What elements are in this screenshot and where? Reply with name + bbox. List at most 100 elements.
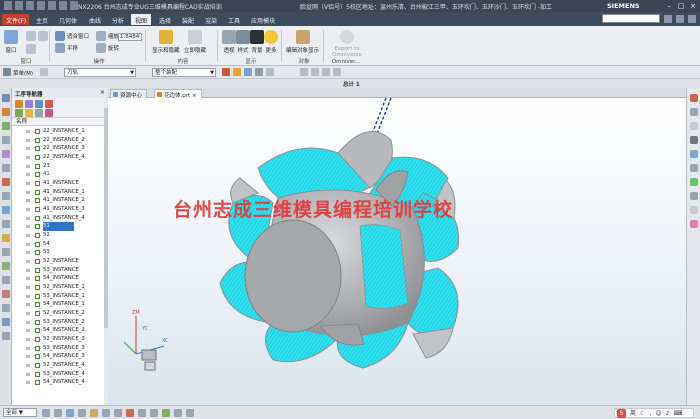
search-icon[interactable] bbox=[664, 14, 672, 23]
zoom-value-field[interactable]: 1.8484 bbox=[118, 33, 142, 41]
section-icon[interactable] bbox=[690, 108, 698, 116]
endpoint-icon[interactable] bbox=[300, 68, 308, 76]
tree-row[interactable]: 54_INSTANCE_4 bbox=[12, 378, 104, 387]
select-body-icon[interactable] bbox=[78, 409, 86, 417]
tree-row[interactable]: 41_INSTANCE_2 bbox=[12, 196, 104, 205]
tree-row[interactable]: 52_INSTANCE bbox=[12, 257, 104, 266]
tab-tools[interactable]: 工具 bbox=[224, 14, 244, 25]
operation-status-checkbox[interactable] bbox=[35, 215, 40, 221]
operation-status-checkbox[interactable] bbox=[35, 146, 40, 152]
highlight-icon[interactable] bbox=[690, 220, 698, 228]
orient-icon[interactable] bbox=[690, 94, 698, 102]
repeat-icon[interactable] bbox=[70, 1, 78, 10]
report-icon[interactable] bbox=[2, 304, 10, 312]
tab-applications[interactable]: 应用模块 bbox=[247, 14, 279, 25]
operation-status-checkbox[interactable] bbox=[35, 302, 40, 308]
tree-row[interactable]: 54_INSTANCE_3 bbox=[12, 352, 104, 361]
operation-status-checkbox[interactable] bbox=[35, 207, 40, 213]
tree-row[interactable]: 22_INSTANCE_3 bbox=[12, 144, 104, 153]
new-window-button[interactable]: 窗口 bbox=[4, 30, 18, 54]
tab-curve[interactable]: 曲线 bbox=[85, 14, 105, 25]
edge-icon[interactable] bbox=[690, 164, 698, 172]
operation-status-checkbox[interactable] bbox=[35, 233, 40, 239]
wcs-triad[interactable]: ZM YC XC bbox=[114, 306, 174, 376]
tree-row[interactable]: 41_INSTANCE_1 bbox=[12, 188, 104, 197]
clip-icon[interactable] bbox=[690, 122, 698, 130]
operation-status-checkbox[interactable] bbox=[35, 241, 40, 247]
operation-status-checkbox[interactable] bbox=[35, 319, 40, 325]
select-solid-icon[interactable] bbox=[162, 409, 170, 417]
center-icon[interactable] bbox=[322, 68, 330, 76]
quick-hide-button[interactable]: 立即隐藏 bbox=[184, 30, 206, 54]
operation-status-checkbox[interactable] bbox=[35, 163, 40, 169]
machine-view-icon[interactable] bbox=[25, 100, 33, 108]
pan-button[interactable]: 平移 bbox=[55, 43, 78, 53]
tree-row[interactable]: 41_INSTANCE_3 bbox=[12, 205, 104, 214]
cascade-icon[interactable] bbox=[38, 31, 48, 41]
minimize-icon[interactable]: – bbox=[664, 1, 674, 11]
tree-row[interactable]: 52 bbox=[12, 231, 104, 240]
operation-icon[interactable] bbox=[2, 108, 10, 116]
quadrant-icon[interactable] bbox=[333, 68, 341, 76]
tree-row[interactable]: 22_INSTANCE_1 bbox=[12, 127, 104, 136]
tab-select[interactable]: 选择 bbox=[155, 14, 175, 25]
select-region-icon[interactable] bbox=[174, 409, 182, 417]
library-icon[interactable] bbox=[2, 220, 10, 228]
tree-row[interactable]: 53_INSTANCE_3 bbox=[12, 344, 104, 353]
machine-icon[interactable] bbox=[2, 206, 10, 214]
cut-icon[interactable] bbox=[37, 1, 45, 10]
roles-icon[interactable] bbox=[2, 178, 10, 186]
point-icon[interactable] bbox=[244, 68, 252, 76]
part-icon[interactable] bbox=[2, 122, 10, 130]
tree-row[interactable]: 53_INSTANCE_1 bbox=[12, 292, 104, 301]
operation-status-checkbox[interactable] bbox=[35, 285, 40, 291]
tree-row[interactable]: 53_INSTANCE_4 bbox=[12, 370, 104, 379]
menu-icon[interactable] bbox=[3, 68, 11, 76]
tree-row[interactable]: 54_INSTANCE_1 bbox=[12, 300, 104, 309]
undo-icon[interactable] bbox=[15, 1, 23, 10]
history-icon[interactable] bbox=[2, 136, 10, 144]
file-menu[interactable]: 文件(F) bbox=[2, 14, 29, 25]
web-icon[interactable] bbox=[2, 164, 10, 172]
tab-geometry[interactable]: 几何体 bbox=[55, 14, 81, 25]
measure-icon[interactable] bbox=[690, 192, 698, 200]
help-icon[interactable] bbox=[676, 14, 684, 23]
rotate-button[interactable]: 旋转 bbox=[96, 43, 119, 53]
reuse-icon[interactable] bbox=[2, 150, 10, 158]
background-button[interactable]: 背景 bbox=[250, 30, 264, 54]
visibility-icon[interactable] bbox=[690, 178, 698, 186]
style-button[interactable]: 样式 bbox=[236, 30, 250, 54]
tile-icon[interactable] bbox=[26, 31, 36, 41]
select-all-icon[interactable] bbox=[186, 409, 194, 417]
tree-row[interactable]: 52_INSTANCE_4 bbox=[12, 361, 104, 370]
select-edge-icon[interactable] bbox=[66, 409, 74, 417]
more-button[interactable]: 更多 bbox=[264, 30, 278, 54]
check-icon[interactable] bbox=[2, 290, 10, 298]
select-curve-icon[interactable] bbox=[102, 409, 110, 417]
view-icon[interactable] bbox=[690, 136, 698, 144]
selection-scope-dropdown[interactable]: 全部 ▼ bbox=[3, 408, 37, 417]
maximize-icon[interactable]: □ bbox=[676, 1, 686, 11]
grid-icon[interactable] bbox=[266, 68, 274, 76]
select-icon[interactable] bbox=[40, 68, 48, 76]
program-view-icon[interactable] bbox=[15, 100, 23, 108]
select-sheet-icon[interactable] bbox=[114, 409, 122, 417]
select-datum-icon[interactable] bbox=[138, 409, 146, 417]
tree-row[interactable]: 23 bbox=[12, 162, 104, 171]
graphics-window[interactable]: 台州志成三维模具编程培训学校 ZM YC XC bbox=[108, 98, 686, 405]
verify-icon[interactable] bbox=[35, 109, 43, 117]
tab-part-file[interactable]: 花边体.prt × bbox=[154, 89, 202, 99]
operation-status-checkbox[interactable] bbox=[35, 189, 40, 195]
zoom-button[interactable]: 缩放 bbox=[96, 31, 119, 41]
tree-row[interactable]: 53_INSTANCE_2 bbox=[12, 318, 104, 327]
menu-button[interactable]: 菜单(M) bbox=[13, 69, 33, 77]
operation-status-checkbox[interactable] bbox=[35, 129, 40, 134]
scope-dropdown[interactable]: 整个装配 ▼ bbox=[152, 68, 216, 77]
browser-icon[interactable] bbox=[2, 318, 10, 326]
tree-row[interactable]: 22_INSTANCE_2 bbox=[12, 136, 104, 145]
snap-icon[interactable] bbox=[222, 68, 230, 76]
fit-window-button[interactable]: 适合窗口 bbox=[55, 31, 89, 41]
view-cube-icon[interactable] bbox=[141, 349, 157, 361]
process-icon[interactable] bbox=[2, 276, 10, 284]
operation-status-checkbox[interactable] bbox=[35, 293, 40, 299]
